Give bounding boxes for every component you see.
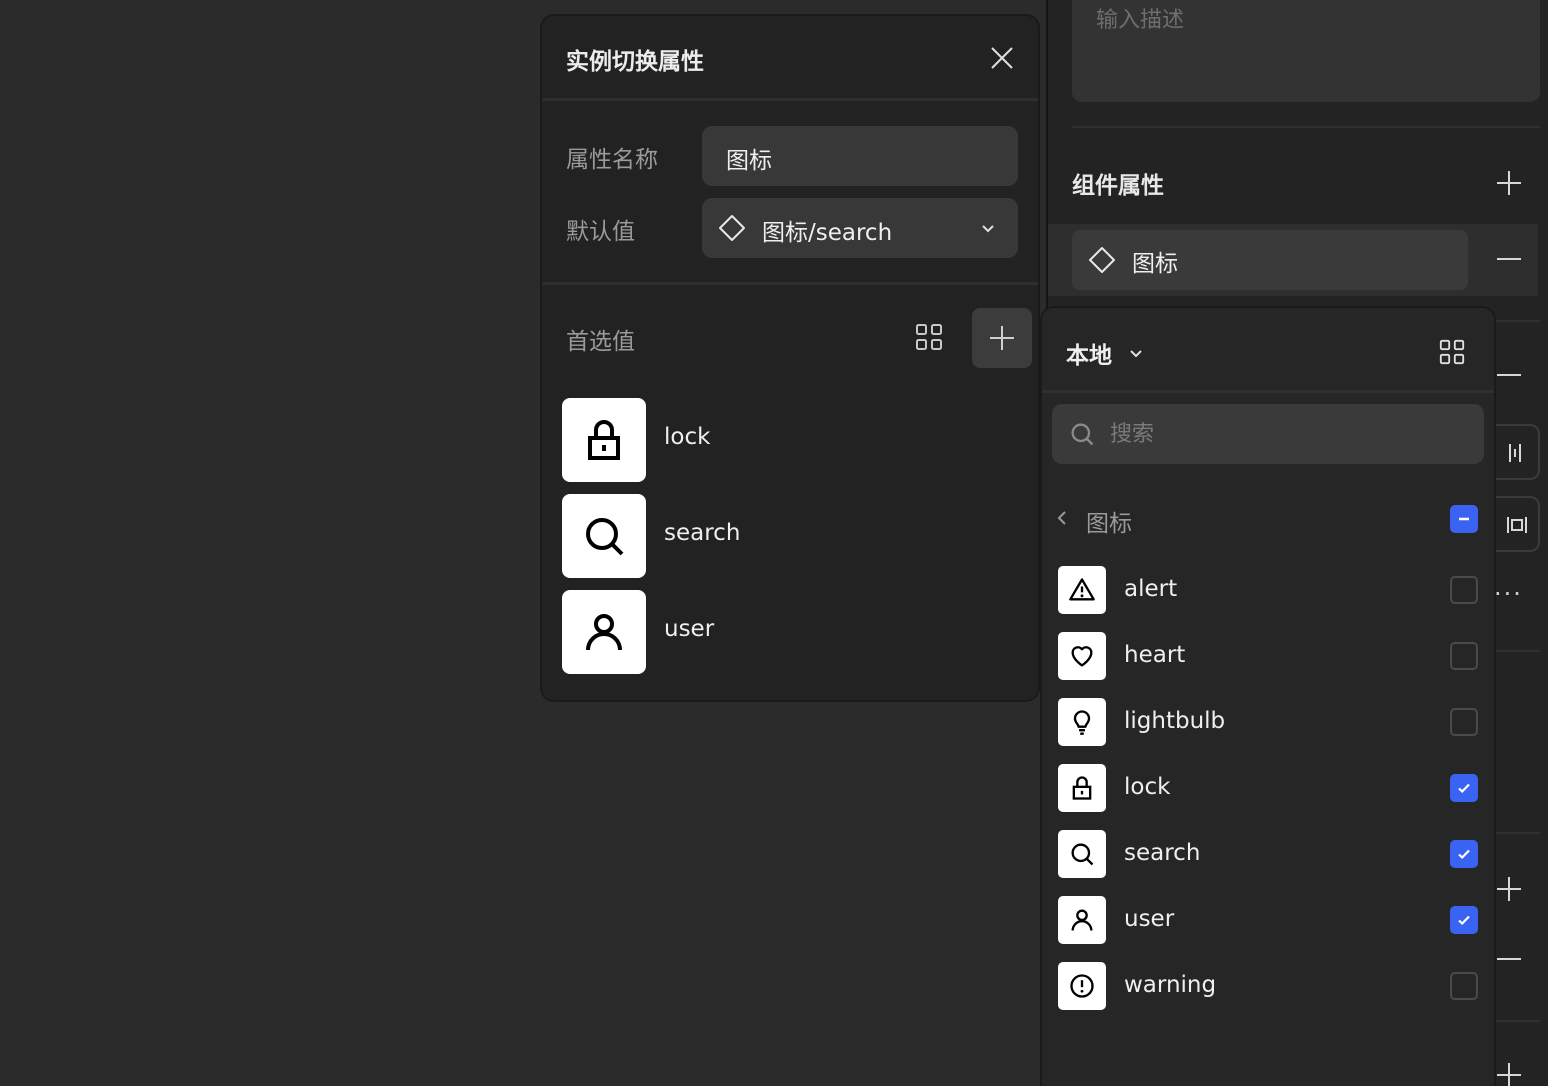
warning-icon [1058, 962, 1106, 1010]
search-icon [1071, 423, 1094, 446]
remove-button[interactable] [1494, 360, 1524, 390]
preferred-values-label: 首选值 [566, 329, 635, 355]
preferred-item-user[interactable]: user [562, 590, 1002, 674]
frame-icon [1507, 517, 1527, 533]
divider [1042, 390, 1494, 393]
add-property-button[interactable] [1492, 166, 1526, 200]
heart-icon [1058, 632, 1106, 680]
plus-icon [1497, 877, 1521, 901]
user-icon [562, 590, 646, 674]
divider [542, 282, 1038, 285]
grid-icon [916, 324, 942, 350]
plus-icon [990, 326, 1014, 350]
picker-item-alert[interactable]: alert [1058, 566, 1482, 614]
chevron-down-icon [978, 218, 998, 238]
check-icon [1458, 849, 1470, 860]
add-button[interactable] [1492, 1058, 1526, 1086]
remove-property-button[interactable] [1494, 244, 1524, 274]
more-options-icon[interactable]: ··· [1494, 580, 1523, 608]
distribute-icon [1509, 444, 1521, 462]
default-value-select[interactable]: 图标/search [702, 198, 1018, 258]
library-source-dropdown[interactable]: 本地 [1066, 336, 1112, 370]
dialog-header: 实例切换属性 [542, 16, 1038, 98]
item-checkbox[interactable] [1450, 708, 1478, 736]
picker-item-label: lightbulb [1124, 708, 1226, 734]
minus-icon [1497, 374, 1521, 376]
search-icon [562, 494, 646, 578]
back-chevron-icon[interactable] [1052, 508, 1072, 528]
item-checkbox[interactable] [1450, 906, 1478, 934]
preferred-item-label: lock [664, 424, 711, 450]
item-checkbox[interactable] [1450, 972, 1478, 1000]
default-value-label: 默认值 [566, 219, 635, 245]
picker-item-label: alert [1124, 576, 1178, 602]
picker-item-lock[interactable]: lock [1058, 764, 1482, 812]
minus-icon [1459, 517, 1469, 521]
instance-diamond-icon [1088, 246, 1116, 274]
folder-label[interactable]: 图标 [1086, 504, 1132, 538]
lightbulb-icon [1058, 698, 1106, 746]
icon-picker-popover: 本地 图标 alert heart [1040, 306, 1496, 1086]
description-field[interactable]: 输入描述 [1072, 0, 1540, 102]
chevron-down-icon[interactable] [1126, 344, 1146, 364]
preferred-item-lock[interactable]: lock [562, 398, 1002, 482]
remove-button[interactable] [1494, 944, 1524, 974]
picker-item-user[interactable]: user [1058, 896, 1482, 944]
plus-icon [1497, 171, 1521, 195]
plus-icon [1497, 1063, 1521, 1086]
picker-item-lightbulb[interactable]: lightbulb [1058, 698, 1482, 746]
divider [1072, 126, 1540, 128]
grid-view-button[interactable] [1438, 338, 1466, 366]
check-icon [1458, 915, 1470, 926]
instance-swap-dialog: 实例切换属性 属性名称 图标 默认值 图标/search 首选值 lock se… [540, 14, 1040, 702]
picker-item-warning[interactable]: warning [1058, 962, 1482, 1010]
item-checkbox[interactable] [1450, 642, 1478, 670]
picker-item-search[interactable]: search [1058, 830, 1482, 878]
close-icon [991, 47, 1013, 69]
property-name-value: 图标 [726, 148, 772, 174]
minus-icon [1497, 258, 1521, 260]
dialog-title: 实例切换属性 [566, 49, 704, 75]
grid-icon [1439, 339, 1465, 365]
search-field[interactable] [1052, 404, 1484, 464]
lock-icon [1058, 764, 1106, 812]
property-chip[interactable]: 图标 [1072, 230, 1468, 290]
user-icon [1058, 896, 1106, 944]
preferred-item-label: search [664, 520, 741, 546]
add-button[interactable] [1492, 872, 1526, 906]
instance-diamond-icon [718, 214, 746, 242]
picker-item-label: heart [1124, 642, 1186, 668]
picker-item-label: search [1124, 840, 1201, 866]
grid-view-button[interactable] [914, 322, 944, 352]
search-input[interactable] [1110, 414, 1470, 454]
divider [542, 98, 1038, 101]
lock-icon [562, 398, 646, 482]
item-checkbox[interactable] [1450, 576, 1478, 604]
preferred-item-label: user [664, 616, 715, 642]
alert-icon [1058, 566, 1106, 614]
default-value-text: 图标/search [762, 220, 893, 246]
close-button[interactable] [986, 42, 1018, 74]
search-icon [1058, 830, 1106, 878]
picker-item-label: user [1124, 906, 1175, 932]
property-name-input[interactable]: 图标 [702, 126, 1018, 186]
property-name-label: 属性名称 [566, 147, 658, 173]
property-chip-label: 图标 [1132, 251, 1178, 277]
picker-item-heart[interactable]: heart [1058, 632, 1482, 680]
item-checkbox[interactable] [1450, 840, 1478, 868]
description-placeholder: 输入描述 [1096, 8, 1185, 33]
preferred-item-search[interactable]: search [562, 494, 1002, 578]
folder-checkbox[interactable] [1450, 505, 1478, 533]
add-preferred-button[interactable] [972, 308, 1032, 368]
item-checkbox[interactable] [1450, 774, 1478, 802]
picker-item-label: warning [1124, 972, 1217, 998]
picker-item-label: lock [1124, 774, 1171, 800]
minus-icon [1497, 958, 1521, 960]
component-properties-title: 组件属性 [1072, 173, 1164, 199]
check-icon [1458, 783, 1470, 794]
